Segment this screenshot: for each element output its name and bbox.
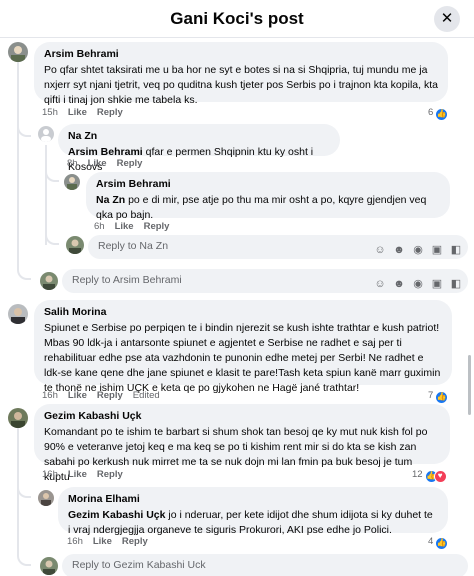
close-icon: ✕ bbox=[440, 10, 454, 27]
sticker-icon[interactable]: ◧ bbox=[450, 244, 462, 256]
comment-time[interactable]: 16h bbox=[42, 469, 58, 480]
comment-bubble: Arsim Behrami Na Zn po e di mir, pse atj… bbox=[86, 172, 450, 221]
reply-button[interactable]: Reply bbox=[117, 158, 143, 169]
reaction-count[interactable]: 7 👍 bbox=[428, 389, 449, 404]
comment-actions: 8h Like Reply bbox=[67, 158, 152, 169]
comment-author[interactable]: Arsim Behrami bbox=[96, 178, 440, 191]
emoji-icon[interactable]: ☻ bbox=[393, 244, 405, 256]
comment-body: po e di mir, pse atje po thu ma mir osht… bbox=[96, 194, 427, 221]
reply-button[interactable]: Reply bbox=[144, 221, 170, 232]
comment-author[interactable]: Na Zn bbox=[68, 130, 330, 143]
love-reaction-icon: ♥ bbox=[433, 470, 447, 483]
reply-input[interactable]: Reply to Arsim Behrami ☺ ☻ ◉ ▣ ◧ bbox=[62, 269, 468, 293]
reaction-number: 12 bbox=[412, 469, 423, 481]
like-button[interactable]: Like bbox=[68, 469, 87, 480]
comment-author[interactable]: Arsim Behrami bbox=[44, 48, 438, 61]
comment-bubble: Na Zn Arsim Behrami qfar e permen Shqipn… bbox=[58, 124, 340, 173]
like-reaction-icon: 👍 bbox=[435, 391, 449, 404]
like-button[interactable]: Like bbox=[68, 390, 87, 401]
camera-icon[interactable]: ◉ bbox=[412, 278, 424, 290]
reaction-count[interactable]: 12 👍 ♥ bbox=[412, 468, 447, 483]
camera-icon[interactable]: ◉ bbox=[412, 244, 424, 256]
reply-button[interactable]: Reply bbox=[97, 107, 123, 118]
mention-link[interactable]: Gezim Kabashi Uçk bbox=[68, 509, 165, 521]
reply-button[interactable]: Reply bbox=[97, 390, 123, 401]
emoji-icon[interactable]: ☻ bbox=[393, 278, 405, 290]
reaction-number: 7 bbox=[428, 390, 434, 402]
avatar-sticker-icon[interactable]: ☺ bbox=[374, 244, 386, 256]
comment-time[interactable]: 15h bbox=[42, 107, 58, 118]
avatar[interactable] bbox=[38, 126, 54, 142]
thread-connector bbox=[17, 484, 31, 498]
like-button[interactable]: Like bbox=[88, 158, 107, 169]
comment-actions: 16h Like Reply Edited bbox=[42, 390, 170, 401]
avatar[interactable] bbox=[8, 42, 28, 62]
thread-connector bbox=[45, 168, 59, 182]
avatar-sticker-icon[interactable]: ☺ bbox=[374, 278, 386, 290]
post-header: Gani Koci's post ✕ bbox=[0, 0, 474, 38]
scrollbar-thumb[interactable] bbox=[468, 355, 471, 415]
reply-placeholder: Reply to Arsim Behrami bbox=[72, 274, 182, 286]
reply-button[interactable]: Reply bbox=[122, 536, 148, 547]
close-button[interactable]: ✕ bbox=[434, 6, 460, 32]
thread-line bbox=[45, 145, 47, 245]
comment-actions: 15h Like Reply bbox=[42, 107, 133, 118]
thread-connector bbox=[17, 266, 31, 280]
edited-label: Edited bbox=[132, 390, 160, 401]
page-title: Gani Koci's post bbox=[170, 9, 304, 28]
comment-time[interactable]: 6h bbox=[94, 221, 105, 232]
reply-input[interactable]: Reply to Gezim Kabashi Uck bbox=[62, 554, 468, 576]
comment-text: Gezim Kabashi Uçk jo i nderuar, per kete… bbox=[68, 508, 438, 538]
like-reaction-icon: 👍 bbox=[435, 537, 449, 550]
thread-connector bbox=[17, 552, 31, 566]
reply-button[interactable]: Reply bbox=[97, 469, 123, 480]
comment-text: Spiunet e Serbise po perpiqen te i bindi… bbox=[44, 322, 441, 394]
gif-icon[interactable]: ▣ bbox=[431, 244, 443, 256]
current-user-avatar bbox=[40, 272, 58, 290]
reply-placeholder: Reply to Gezim Kabashi Uck bbox=[72, 559, 206, 571]
reply-tools: ☺ ☻ ◉ ▣ ◧ bbox=[367, 274, 462, 292]
like-button[interactable]: Like bbox=[115, 221, 134, 232]
reply-input[interactable]: Reply to Na Zn ☺ ☻ ◉ ▣ ◧ bbox=[88, 235, 468, 259]
sticker-icon[interactable]: ◧ bbox=[450, 278, 462, 290]
avatar[interactable] bbox=[8, 408, 28, 428]
gif-icon[interactable]: ▣ bbox=[431, 278, 443, 290]
comment-time[interactable]: 16h bbox=[67, 536, 83, 547]
like-button[interactable]: Like bbox=[68, 107, 87, 118]
like-reaction-icon: 👍 bbox=[435, 108, 449, 121]
reaction-count[interactable]: 4 👍 bbox=[428, 535, 449, 550]
comment-bubble: Arsim Behrami Po qfar shtet taksirati me… bbox=[34, 42, 448, 106]
reaction-number: 6 bbox=[428, 107, 434, 119]
avatar[interactable] bbox=[64, 174, 80, 190]
comment-bubble: Morina Elhami Gezim Kabashi Uçk jo i nde… bbox=[58, 487, 448, 536]
comment-bubble: Gezim Kabashi Uçk Komandant po te ishim … bbox=[34, 404, 450, 483]
comment-text: Na Zn po e di mir, pse atje po thu ma mi… bbox=[96, 193, 440, 223]
thread-connector bbox=[17, 123, 31, 137]
reaction-count[interactable]: 6 👍 bbox=[428, 106, 449, 121]
mention-link[interactable]: Na Zn bbox=[96, 194, 125, 206]
reply-placeholder: Reply to Na Zn bbox=[98, 240, 169, 252]
comment-actions: 16h Like Reply bbox=[42, 469, 133, 480]
comment-bubble: Salih Morina Spiunet e Serbise po perpiq… bbox=[34, 300, 452, 394]
comment-author[interactable]: Salih Morina bbox=[44, 306, 442, 319]
reaction-number: 4 bbox=[428, 536, 434, 548]
current-user-avatar bbox=[40, 557, 58, 575]
like-button[interactable]: Like bbox=[93, 536, 112, 547]
comment-author[interactable]: Gezim Kabashi Uçk bbox=[44, 410, 440, 423]
thread-line bbox=[17, 62, 19, 268]
comment-author[interactable]: Morina Elhami bbox=[68, 493, 438, 506]
comment-text: Po qfar shtet taksirati me u ba hor ne s… bbox=[44, 64, 438, 106]
reply-tools: ☺ ☻ ◉ ▣ ◧ bbox=[367, 240, 462, 258]
comment-time[interactable]: 16h bbox=[42, 390, 58, 401]
current-user-avatar bbox=[66, 236, 84, 254]
avatar[interactable] bbox=[8, 304, 28, 324]
comment-actions: 16h Like Reply bbox=[67, 536, 158, 547]
avatar[interactable] bbox=[38, 490, 54, 506]
thread-connector bbox=[45, 231, 59, 245]
comment-time[interactable]: 8h bbox=[67, 158, 78, 169]
comment-actions: 6h Like Reply bbox=[94, 221, 179, 232]
mention-link[interactable]: Arsim Behrami bbox=[68, 146, 143, 158]
